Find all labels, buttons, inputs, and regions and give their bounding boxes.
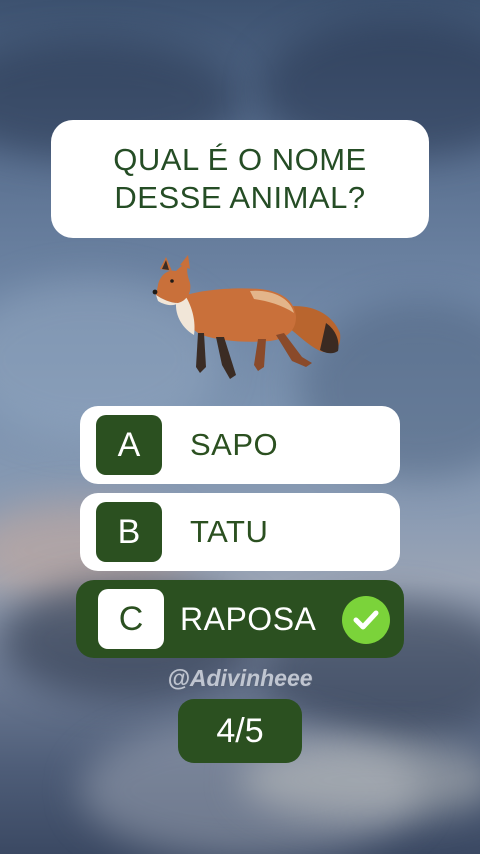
fox-image (152, 255, 341, 379)
question-card: QUAL É O NOME DESSE ANIMAL? (51, 120, 429, 238)
question-counter: 4/5 (178, 699, 302, 763)
option-letter-c: C (98, 589, 164, 649)
option-text-a: SAPO (190, 427, 279, 462)
option-text-c: RAPOSA (180, 600, 317, 637)
option-letter-a: A (96, 415, 162, 475)
question-line-2: DESSE ANIMAL? (114, 180, 366, 215)
option-text-b: TATU (190, 514, 269, 549)
answer-option-a[interactable]: A SAPO (80, 406, 400, 484)
channel-handle: @Adivinheee (167, 665, 313, 691)
question-line-1: QUAL É O NOME (113, 142, 367, 177)
option-letter-b: B (96, 502, 162, 562)
answer-option-c[interactable]: C RAPOSA (76, 580, 404, 658)
answer-option-b[interactable]: B TATU (80, 493, 400, 571)
check-circle-icon (342, 596, 390, 644)
